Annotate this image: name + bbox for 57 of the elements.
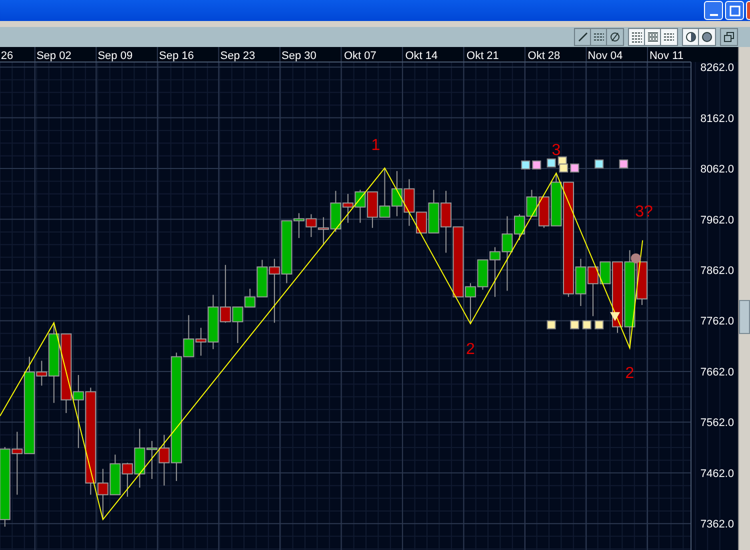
candlestick <box>526 189 538 217</box>
date-label: Sep 16 <box>159 50 194 62</box>
candlestick <box>306 214 317 238</box>
pattern-button[interactable] <box>699 29 715 45</box>
close-button[interactable] <box>746 1 750 20</box>
candlestick <box>366 191 378 228</box>
maximize-icon <box>728 4 740 16</box>
date-label: Sep 09 <box>98 50 133 62</box>
wave-label: 1 <box>371 137 380 154</box>
price-label: 7962.0 <box>700 214 734 226</box>
price-label: 7562.0 <box>700 417 734 430</box>
half-circle-icon <box>684 31 696 43</box>
grid-icon <box>646 31 658 43</box>
candlestick <box>110 454 121 496</box>
grid-icon <box>663 31 675 43</box>
maximize-button[interactable] <box>725 1 744 20</box>
price-label: 7662.0 <box>700 366 734 378</box>
candlestick <box>391 170 402 217</box>
price-label: 7462.0 <box>700 468 734 480</box>
price-label: 8262.0 <box>700 62 734 74</box>
price-label: 7362.0 <box>700 518 734 531</box>
lines-tool-button[interactable] <box>591 29 607 45</box>
date-label: Sep 23 <box>220 50 256 62</box>
wave-label: 2 <box>625 365 634 382</box>
date-label: Sep 30 <box>282 50 316 62</box>
date-label: Okt 21 <box>466 50 499 62</box>
candlestick <box>379 168 390 218</box>
candlestick <box>342 193 354 224</box>
grid-button[interactable] <box>661 29 677 45</box>
circle-slash-icon <box>609 31 621 43</box>
date-label: Okt 14 <box>405 50 438 62</box>
wave-label: 3 <box>552 142 561 160</box>
wave-label: 2 <box>466 340 475 358</box>
restore-button[interactable] <box>721 29 737 45</box>
grid-button[interactable] <box>629 29 645 45</box>
candlestick <box>354 189 366 224</box>
windows-icon <box>723 31 735 43</box>
lines-icon <box>592 31 604 43</box>
wave-label: 3? <box>635 203 653 220</box>
scrollbar-thumb[interactable] <box>739 300 750 334</box>
price-label: 8062.0 <box>700 164 734 176</box>
date-label: Nov 04 <box>588 50 623 62</box>
price-label: 8162.0 <box>700 112 734 125</box>
color-button[interactable] <box>683 29 699 45</box>
minimize-icon <box>710 14 718 16</box>
date-label: 26 <box>0 50 14 62</box>
price-label: 7862.0 <box>700 264 734 277</box>
candlestick <box>440 190 452 254</box>
minimize-button[interactable] <box>704 1 723 20</box>
grid-icon <box>630 31 642 43</box>
date-label: Okt 07 <box>344 50 376 62</box>
grid-button[interactable] <box>645 29 661 45</box>
line-icon <box>576 31 588 43</box>
date-label: Okt 28 <box>528 50 560 62</box>
date-label: Nov 11 <box>649 50 684 62</box>
date-label: Sep 02 <box>36 50 72 62</box>
price-label: 7762.0 <box>700 316 734 328</box>
